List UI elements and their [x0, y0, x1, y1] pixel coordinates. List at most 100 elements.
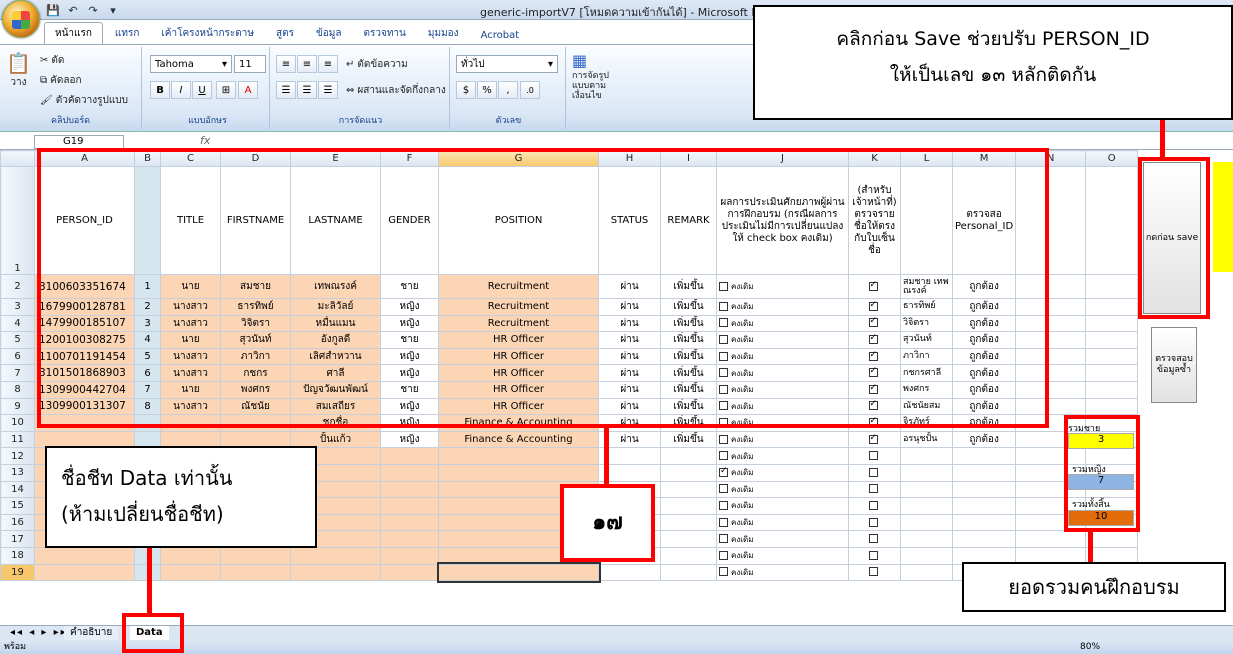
- row-header[interactable]: 2: [0, 274, 35, 299]
- gender-cell[interactable]: [380, 546, 439, 565]
- align-left-button[interactable]: ☰: [276, 81, 296, 99]
- comma-button[interactable]: ,: [498, 81, 518, 99]
- tab-review[interactable]: ตรวจทาน: [354, 23, 416, 44]
- eval-checkbox-cell[interactable]: คงเดิม: [716, 447, 849, 465]
- staff-check-cell[interactable]: [848, 563, 901, 582]
- border-button[interactable]: ⊞: [216, 81, 236, 99]
- header-cell-o[interactable]: [1085, 166, 1139, 275]
- position-cell[interactable]: [436, 562, 601, 583]
- name-check-cell[interactable]: [900, 530, 953, 548]
- firstname-cell[interactable]: [220, 563, 291, 582]
- format-painter-button[interactable]: 🖌 ตัวคัดวางรูปแบบ: [40, 93, 128, 108]
- cut-button[interactable]: ✂ ตัด: [40, 53, 64, 68]
- row-header[interactable]: 7: [0, 364, 35, 382]
- name-check-cell[interactable]: [900, 563, 953, 582]
- cell-o[interactable]: [1085, 331, 1139, 349]
- percent-button[interactable]: %: [477, 81, 497, 99]
- eval-checkbox-cell[interactable]: คงเดิม: [716, 563, 849, 582]
- redo-icon[interactable]: ↷: [86, 3, 100, 17]
- check-duplicate-button[interactable]: ตรวจสอบข้อมูลซ้ำ: [1151, 327, 1197, 403]
- conditional-format-button[interactable]: ▦ การจัดรูปแบบตามเงื่อนไข: [572, 51, 626, 101]
- tab-formulas[interactable]: สูตร: [266, 23, 304, 44]
- row-header[interactable]: 10: [0, 414, 35, 432]
- eval-checkbox[interactable]: [719, 466, 728, 477]
- position-cell[interactable]: Finance & Accounting: [438, 430, 599, 449]
- cell-o[interactable]: [1085, 314, 1139, 333]
- fx-icon[interactable]: fx: [200, 134, 210, 147]
- gender-cell[interactable]: [380, 513, 439, 532]
- row-header[interactable]: 3: [0, 298, 35, 316]
- name-box[interactable]: G19: [34, 135, 124, 149]
- row-header[interactable]: 12: [0, 447, 35, 465]
- staff-checkbox[interactable]: [868, 567, 878, 577]
- cell-o[interactable]: [1085, 298, 1139, 316]
- customize-qat-icon[interactable]: ▾: [106, 3, 120, 17]
- name-check-cell[interactable]: [900, 546, 953, 565]
- staff-check-cell[interactable]: [848, 546, 901, 565]
- column-header[interactable]: O: [1085, 150, 1139, 167]
- increase-decimal-button[interactable]: .0: [520, 81, 540, 99]
- number-format-combo[interactable]: ทั่วไป ▾: [456, 55, 558, 73]
- pid-check-cell[interactable]: [951, 463, 1017, 482]
- name-check-cell[interactable]: อรนุชปั้น: [900, 430, 953, 449]
- row-header[interactable]: 14: [0, 480, 35, 499]
- tab-page-layout[interactable]: เค้าโครงหน้ากระดาษ: [151, 23, 264, 44]
- merge-center-button[interactable]: ⇔ ผสานและจัดกึ่งกลาง: [346, 83, 446, 98]
- gender-cell[interactable]: [380, 497, 439, 515]
- row-header[interactable]: 16: [0, 513, 35, 532]
- pid-check-cell[interactable]: [951, 513, 1017, 532]
- row-header[interactable]: 6: [0, 347, 35, 366]
- cell-o[interactable]: [1085, 364, 1139, 382]
- row-header[interactable]: 15: [0, 497, 35, 515]
- select-all-corner[interactable]: [0, 150, 35, 167]
- font-size-combo[interactable]: 11: [234, 55, 266, 73]
- person-id-cell[interactable]: [34, 546, 135, 565]
- eval-checkbox[interactable]: [719, 451, 728, 461]
- name-check-cell[interactable]: [900, 447, 953, 465]
- staff-checkbox[interactable]: [868, 500, 878, 510]
- undo-icon[interactable]: ↶: [66, 3, 80, 17]
- staff-check-cell[interactable]: [848, 480, 901, 499]
- remark-cell[interactable]: [660, 513, 717, 532]
- remark-cell[interactable]: [660, 480, 717, 499]
- gender-cell[interactable]: หญิง: [380, 430, 439, 449]
- tab-acrobat[interactable]: Acrobat: [471, 27, 530, 44]
- staff-check-cell[interactable]: [848, 497, 901, 515]
- eval-checkbox-cell[interactable]: คงเดิม: [716, 497, 849, 515]
- row-header[interactable]: 13: [0, 463, 35, 482]
- tab-view[interactable]: มุมมอง: [418, 23, 469, 44]
- title-cell[interactable]: [160, 563, 221, 582]
- remark-cell[interactable]: [660, 497, 717, 515]
- pid-check-cell[interactable]: [951, 530, 1017, 548]
- position-cell[interactable]: [438, 447, 599, 465]
- eval-checkbox[interactable]: [719, 484, 728, 494]
- cell-o[interactable]: [1085, 530, 1139, 548]
- eval-checkbox[interactable]: [719, 567, 728, 577]
- pid-check-cell[interactable]: [951, 480, 1017, 499]
- staff-check-cell[interactable]: [848, 530, 901, 548]
- eval-checkbox-cell[interactable]: คงเดิม: [716, 480, 849, 499]
- pid-check-cell[interactable]: ถูกต้อง: [951, 430, 1017, 449]
- remark-cell[interactable]: [660, 530, 717, 548]
- staff-check-cell[interactable]: [848, 513, 901, 532]
- gender-cell[interactable]: [380, 463, 439, 482]
- staff-check-cell[interactable]: [848, 447, 901, 465]
- font-name-combo[interactable]: Tahoma ▾: [150, 55, 232, 73]
- position-cell[interactable]: [438, 463, 599, 482]
- cell-o[interactable]: [1085, 397, 1139, 416]
- eval-checkbox[interactable]: [719, 517, 728, 527]
- staff-check-cell[interactable]: [848, 430, 901, 449]
- staff-checkbox[interactable]: [868, 467, 878, 477]
- row-header[interactable]: 1: [0, 166, 35, 275]
- name-check-cell[interactable]: [900, 480, 953, 499]
- remark-cell[interactable]: [660, 463, 717, 482]
- row-header[interactable]: 11: [0, 430, 35, 449]
- tab-insert[interactable]: แทรก: [105, 23, 149, 44]
- pid-check-cell[interactable]: [951, 447, 1017, 465]
- zoom-level[interactable]: 80%: [1080, 640, 1100, 654]
- eval-checkbox[interactable]: [719, 534, 728, 544]
- cell-o[interactable]: [1085, 347, 1139, 366]
- row-header[interactable]: 4: [0, 314, 35, 333]
- lastname-cell[interactable]: [290, 546, 381, 565]
- save-icon[interactable]: 💾: [46, 3, 60, 17]
